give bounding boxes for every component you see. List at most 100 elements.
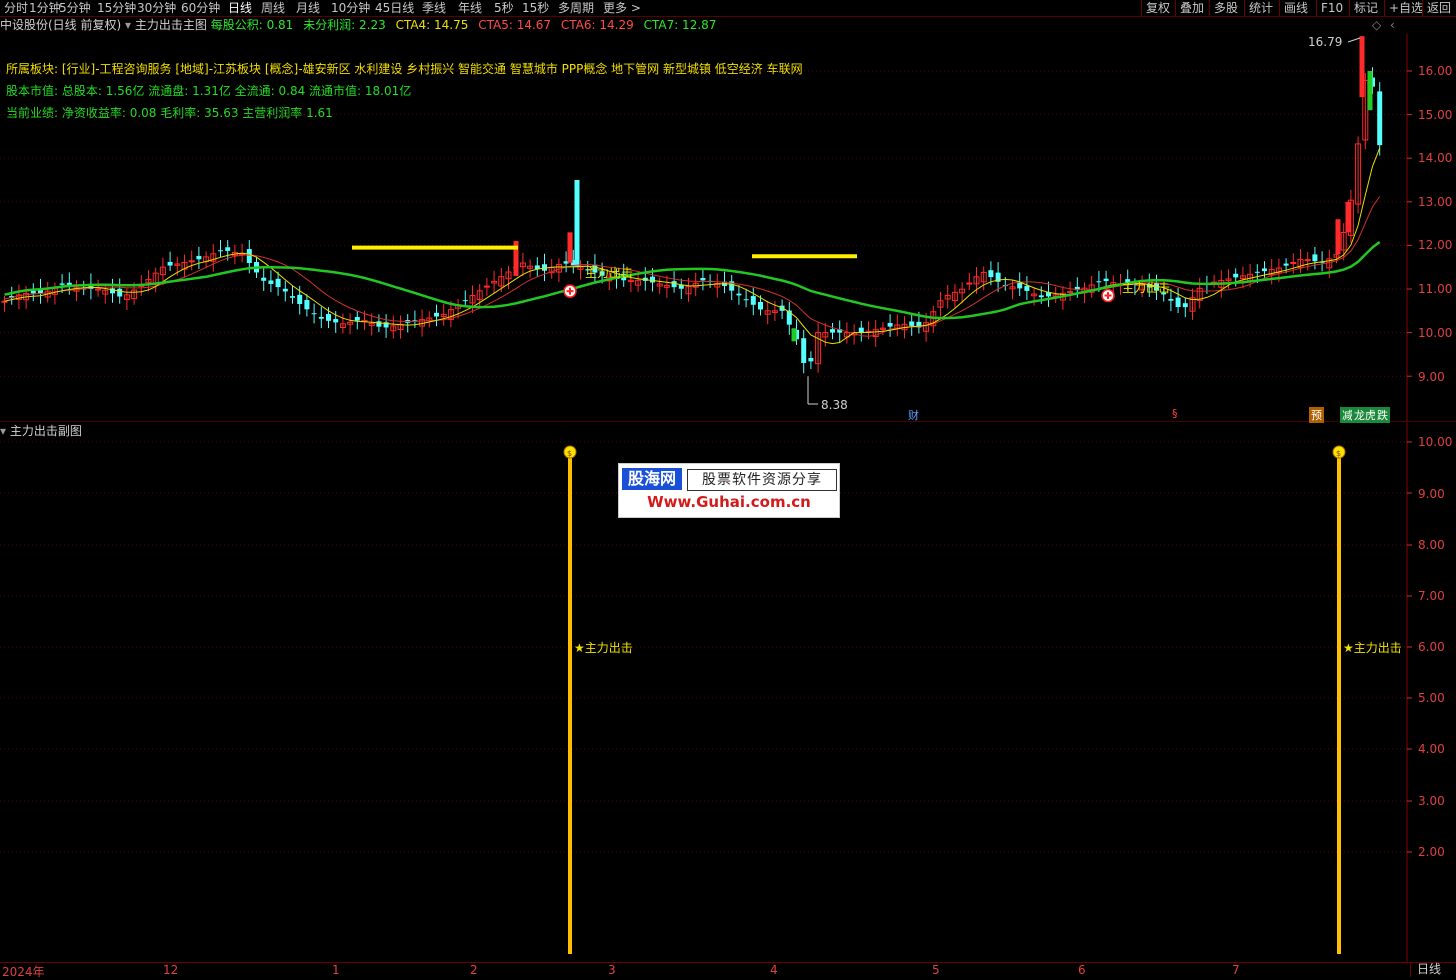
y-tick: 6.00 — [1418, 640, 1445, 654]
undist-profit-label: 未分利润: — [303, 18, 356, 32]
diamond-icon[interactable]: ◇ — [1372, 18, 1381, 32]
period-tab-multi[interactable]: 多周期 — [558, 0, 594, 16]
y-tick: 14.00 — [1418, 151, 1453, 165]
x-label: 3 — [608, 963, 616, 977]
period-tab-week[interactable]: 周线 — [261, 0, 285, 16]
candle-down — [736, 293, 742, 296]
sub-signal-label: ★主力出击 — [574, 641, 633, 655]
candle-down — [167, 261, 173, 266]
back-button[interactable]: 返回 — [1422, 0, 1451, 16]
sub-signal-label: ★主力出击 — [1343, 641, 1402, 655]
candle-down — [1254, 271, 1260, 273]
period-tab-month[interactable]: 月线 — [296, 0, 320, 16]
indicator-toggle-icon[interactable]: ▾ — [125, 18, 131, 32]
candle-down — [326, 314, 331, 321]
candle-down — [354, 316, 360, 321]
watermark-slogan: 股票软件资源分享 — [687, 469, 837, 491]
finance-marker[interactable]: 财 — [906, 407, 921, 423]
y-tick: 4.00 — [1418, 742, 1445, 756]
y-tick: 10.00 — [1418, 326, 1453, 340]
signal-label: 主力出击 — [1122, 281, 1171, 295]
draw-line-button[interactable]: 画线 — [1279, 0, 1308, 16]
statistics-button[interactable]: 统计 — [1244, 0, 1273, 16]
cta6-value: CTA6: 14.29 — [560, 18, 634, 32]
period-tab-60min[interactable]: 60分钟 — [181, 0, 220, 16]
y-tick: 5.00 — [1418, 691, 1445, 705]
y-tick: 16.00 — [1418, 64, 1453, 78]
period-tab-5sec[interactable]: 5秒 — [494, 0, 514, 16]
candle-up — [1067, 291, 1074, 294]
candle-down — [678, 285, 684, 289]
candle-down — [650, 276, 655, 283]
candle-down — [988, 270, 994, 278]
f10-button[interactable]: F10 — [1316, 0, 1343, 16]
signal-label: 主力出击 — [585, 266, 634, 280]
y-tick: 8.00 — [1418, 538, 1445, 552]
period-tab-year[interactable]: 年线 — [458, 0, 482, 16]
period-tab-45day[interactable]: 45日线 — [375, 0, 414, 16]
candle-down — [59, 283, 65, 285]
event-marker[interactable]: § — [1170, 407, 1180, 420]
settings-arrow-icon[interactable]: ‹ — [1390, 18, 1395, 32]
undist-profit-value: 2.23 — [359, 18, 386, 32]
candle-down — [196, 255, 202, 260]
period-tab-30min[interactable]: 30分钟 — [137, 0, 176, 16]
candle-down — [887, 323, 893, 327]
candle-down — [311, 313, 317, 315]
eps-label: 每股公积: — [210, 18, 263, 32]
period-tab-5min[interactable]: 5分钟 — [59, 0, 91, 16]
candle-down — [1103, 278, 1109, 282]
candle-down — [1312, 254, 1318, 262]
add-watchlist-button[interactable]: +自选 — [1384, 0, 1423, 16]
candle-down — [750, 296, 756, 305]
money-bag-icon-glyph: $ — [567, 449, 572, 458]
drop-marker[interactable]: 跌 — [1375, 407, 1390, 423]
period-tab-more[interactable]: 更多 > — [603, 0, 641, 16]
period-tab-day[interactable]: 日线 — [228, 0, 252, 16]
candle-up — [1290, 261, 1297, 264]
y-tick: 11.00 — [1418, 282, 1453, 296]
candle-down — [1233, 273, 1239, 278]
candle-up — [483, 285, 490, 288]
main-indicator-name[interactable]: 主力出击主图 — [135, 18, 207, 32]
candle-down — [225, 247, 231, 251]
high-price-label: 16.79 — [1308, 35, 1343, 49]
y-tick: 13.00 — [1418, 195, 1453, 209]
candle-down — [297, 294, 303, 304]
candle-up — [1, 300, 8, 303]
x-label: 12 — [163, 963, 179, 977]
period-tab-分时[interactable]: 分时 — [4, 0, 28, 16]
period-tab-15min[interactable]: 15分钟 — [97, 0, 136, 16]
candle-down — [275, 278, 281, 288]
candle-down — [786, 310, 792, 325]
candle-down — [261, 277, 267, 281]
period-indicator-button[interactable]: 日线 — [1410, 962, 1456, 977]
watermark-url: Www.Guhai.com.cn — [647, 493, 811, 511]
candle-down — [1168, 298, 1174, 301]
candlestick-chart[interactable] — [0, 34, 1456, 422]
period-tab-10min[interactable]: 10分钟 — [331, 0, 370, 16]
candle-down — [909, 321, 915, 326]
multi-stock-button[interactable]: 多股 — [1209, 0, 1238, 16]
mark-button[interactable]: 标记 — [1349, 0, 1378, 16]
overlay-button[interactable]: 叠加 — [1175, 0, 1204, 16]
stock-title[interactable]: 中设股份(日线 前复权) — [0, 18, 121, 32]
forecast-marker[interactable]: 预 — [1309, 407, 1324, 423]
y-tick: 12.00 — [1418, 238, 1453, 252]
candle-down — [318, 316, 324, 319]
candle-down — [743, 299, 749, 301]
x-label: 6 — [1078, 963, 1086, 977]
x-label: 4 — [770, 963, 778, 977]
period-tab-season[interactable]: 季线 — [422, 0, 446, 16]
candle-down — [1024, 285, 1030, 291]
period-tab-15sec[interactable]: 15秒 — [522, 0, 549, 16]
candle-up — [188, 260, 195, 263]
cta4-value: CTA4: 14.75 — [395, 18, 469, 32]
high-arrow — [1347, 37, 1361, 43]
candle-down — [1283, 263, 1289, 266]
period-tab-1min[interactable]: 1分钟 — [29, 0, 61, 16]
candle-down — [1017, 282, 1023, 289]
money-bag-icon-glyph: $ — [1336, 449, 1341, 458]
period-toolbar: 分时 1分钟 5分钟 15分钟 30分钟 60分钟 日线 周线 月线 10分钟 … — [0, 0, 1456, 17]
restore-rights-button[interactable]: 复权 — [1141, 0, 1170, 16]
